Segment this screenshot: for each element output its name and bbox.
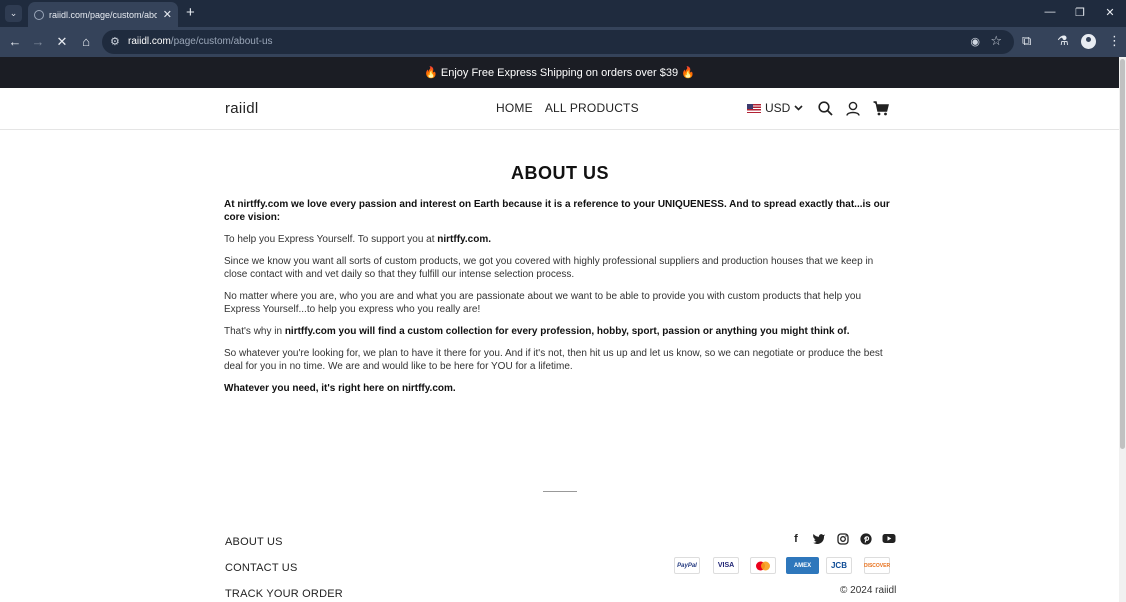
amex-payment-icon: AMEX bbox=[786, 557, 819, 574]
browser-tab-bar: ⌄ raiidl.com/page/custom/about-us ✕ + — … bbox=[0, 0, 1126, 27]
forward-icon[interactable]: → bbox=[30, 34, 46, 49]
mastercard-payment-icon bbox=[750, 557, 776, 574]
restore-button[interactable]: ❐ bbox=[1073, 6, 1087, 19]
us-flag-icon bbox=[747, 103, 761, 113]
nav-home[interactable]: HOME bbox=[496, 101, 533, 115]
mastercard-circles-icon bbox=[756, 561, 770, 570]
site-info-icon[interactable]: ⚙ bbox=[110, 35, 120, 48]
cart-icon[interactable] bbox=[873, 101, 889, 116]
footer-link-track-order[interactable]: TRACK YOUR ORDER bbox=[225, 588, 343, 602]
extensions-icon[interactable]: ⧉ bbox=[1022, 33, 1031, 49]
p2-text: To help you Express Yourself. To support… bbox=[224, 234, 438, 245]
about-paragraph-1: At nirtffy.com we love every passion and… bbox=[224, 199, 890, 223]
url-path: /page/custom/about-us bbox=[170, 36, 273, 47]
nav-all-products[interactable]: ALL PRODUCTS bbox=[545, 101, 639, 115]
twitter-icon[interactable] bbox=[812, 533, 826, 544]
browser-tab[interactable]: raiidl.com/page/custom/about-us ✕ bbox=[28, 2, 178, 27]
facebook-icon[interactable]: f bbox=[789, 533, 803, 545]
page-title: ABOUT US bbox=[511, 163, 609, 183]
page-scrollbar[interactable] bbox=[1119, 57, 1126, 602]
tab-title: raiidl.com/page/custom/about-us bbox=[49, 9, 157, 20]
close-window-button[interactable]: ✕ bbox=[1103, 6, 1117, 19]
jcb-payment-icon: JCB bbox=[826, 557, 852, 574]
paypal-payment-icon: PayPal bbox=[674, 557, 700, 574]
p5-text: That's why in bbox=[224, 326, 285, 337]
tracking-protection-icon[interactable]: ◉ bbox=[970, 35, 980, 48]
discover-payment-icon: DISCOVER bbox=[864, 557, 890, 574]
instagram-icon[interactable] bbox=[836, 533, 850, 545]
currency-label: USD bbox=[765, 101, 791, 115]
account-icon[interactable] bbox=[846, 101, 860, 116]
home-icon[interactable]: ⌂ bbox=[78, 34, 94, 49]
about-paragraph-3: Since we know you want all sorts of cust… bbox=[224, 256, 874, 280]
p2-bold: nirtffy.com. bbox=[437, 234, 491, 245]
youtube-icon[interactable] bbox=[882, 533, 896, 544]
browser-toolbar: ← → ✕ ⌂ ⚙ raiidl.com/page/custom/about-u… bbox=[0, 27, 1126, 57]
loading-favicon-icon bbox=[34, 9, 44, 20]
tab-close-icon[interactable]: ✕ bbox=[163, 8, 172, 21]
search-icon[interactable] bbox=[818, 101, 833, 116]
tab-search-button[interactable]: ⌄ bbox=[5, 5, 22, 22]
about-paragraph-6: So whatever you're looking for, we plan … bbox=[224, 348, 883, 372]
new-tab-button[interactable]: + bbox=[186, 4, 195, 21]
back-icon[interactable]: ← bbox=[7, 34, 23, 49]
about-paragraph-7: Whatever you need, it's right here on ni… bbox=[224, 383, 456, 394]
url-text[interactable]: raiidl.com/page/custom/about-us bbox=[128, 36, 273, 47]
footer-link-about-us[interactable]: ABOUT US bbox=[225, 536, 343, 562]
about-paragraph-5: That's why in nirtffy.com you will find … bbox=[224, 325, 896, 338]
chevron-down-icon bbox=[794, 105, 803, 111]
about-paragraph-4: No matter where you are, who you are and… bbox=[224, 291, 862, 315]
p5-bold: nirtffy.com you will find a custom colle… bbox=[284, 326, 850, 337]
bookmark-star-icon[interactable]: ☆ bbox=[990, 33, 1002, 49]
copyright: © 2024 raiidl bbox=[840, 585, 897, 596]
announcement-bar: 🔥 Enjoy Free Express Shipping on orders … bbox=[0, 57, 1119, 88]
footer-link-contact-us[interactable]: CONTACT US bbox=[225, 562, 343, 588]
labs-flask-icon[interactable]: ⚗ bbox=[1057, 33, 1069, 49]
visa-payment-icon: VISA bbox=[713, 557, 739, 574]
site-logo[interactable]: raiidl bbox=[225, 100, 258, 117]
stop-loading-icon[interactable]: ✕ bbox=[54, 34, 70, 50]
url-host: raiidl.com bbox=[128, 36, 171, 47]
currency-selector[interactable]: USD bbox=[747, 101, 803, 115]
profile-avatar-icon[interactable] bbox=[1081, 34, 1096, 49]
about-paragraph-2: To help you Express Yourself. To support… bbox=[224, 233, 896, 246]
minimize-button[interactable]: — bbox=[1043, 6, 1057, 18]
footer-links: ABOUT US CONTACT US TRACK YOUR ORDER bbox=[225, 536, 343, 602]
site-header: raiidl HOME ALL PRODUCTS USD bbox=[0, 88, 1119, 130]
pinterest-icon[interactable] bbox=[859, 533, 873, 545]
address-bar[interactable]: ⚙ raiidl.com/page/custom/about-us ◉ ☆ bbox=[102, 30, 1014, 54]
about-us-content: ABOUT US At nirtffy.com we love every pa… bbox=[224, 163, 896, 404]
main-nav: HOME ALL PRODUCTS bbox=[496, 101, 639, 115]
scrollbar-thumb[interactable] bbox=[1120, 59, 1125, 449]
section-divider bbox=[543, 491, 577, 492]
browser-menu-icon[interactable]: ⋮ bbox=[1108, 33, 1121, 49]
